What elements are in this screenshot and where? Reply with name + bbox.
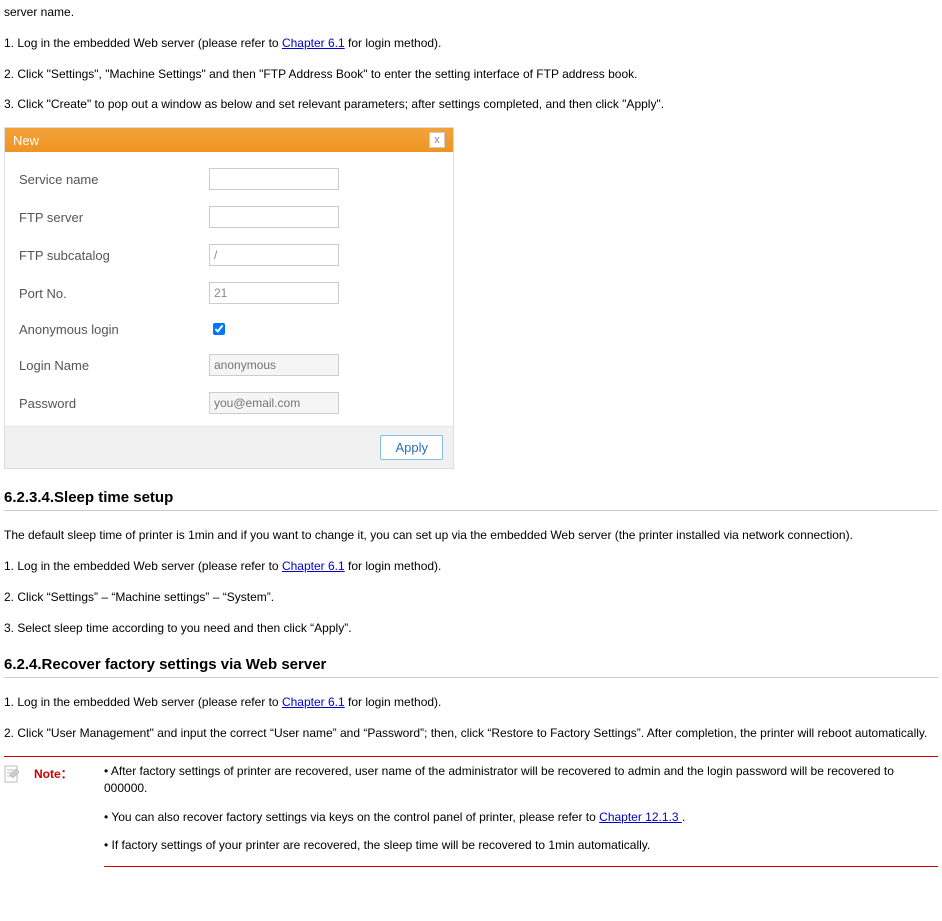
recover-step-1: 1. Log in the embedded Web server (pleas… <box>4 694 938 711</box>
note-label: Note： <box>34 763 104 867</box>
close-icon[interactable]: x <box>429 132 445 148</box>
label-ftp-server: FTP server <box>19 210 209 225</box>
step-2: 2. Click "Settings", "Machine Settings" … <box>4 66 938 83</box>
heading-sleep-time: 6.2.3.4.Sleep time setup <box>4 489 938 506</box>
step1-text-a: 1. Log in the embedded Web server (pleas… <box>4 36 282 50</box>
label-password: Password <box>19 396 209 411</box>
label-anonymous-login: Anonymous login <box>19 322 209 337</box>
chapter-6-1-link-3[interactable]: Chapter 6.1 <box>282 695 345 709</box>
password-input[interactable] <box>209 392 339 414</box>
note-icon <box>4 763 34 867</box>
chapter-6-1-link-2[interactable]: Chapter 6.1 <box>282 559 345 573</box>
section-divider-2 <box>4 677 938 678</box>
ftp-new-dialog: New x Service name FTP server FTP subcat… <box>4 127 454 469</box>
fragment-line: server name. <box>4 4 938 21</box>
port-no-input[interactable] <box>209 282 339 304</box>
dialog-titlebar: New x <box>5 128 453 152</box>
note-bullet-2: • You can also recover factory settings … <box>104 809 938 826</box>
note-body: • After factory settings of printer are … <box>104 763 938 867</box>
chapter-6-1-link[interactable]: Chapter 6.1 <box>282 36 345 50</box>
note-bullet-3: • If factory settings of your printer ar… <box>104 837 938 854</box>
dialog-footer: Apply <box>5 426 453 468</box>
service-name-input[interactable] <box>209 168 339 190</box>
login-name-input[interactable] <box>209 354 339 376</box>
ftp-server-input[interactable] <box>209 206 339 228</box>
label-service-name: Service name <box>19 172 209 187</box>
chapter-12-1-3-link[interactable]: Chapter 12.1.3 <box>599 810 682 824</box>
note-b2b: . <box>682 810 685 824</box>
dialog-title-text: New <box>13 133 39 148</box>
note-b2a: • You can also recover factory settings … <box>104 810 599 824</box>
recover-step-2: 2. Click "User Management" and input the… <box>4 725 938 742</box>
recover-s1a: 1. Log in the embedded Web server (pleas… <box>4 695 282 709</box>
step-3: 3. Click "Create" to pop out a window as… <box>4 96 938 113</box>
label-port-no: Port No. <box>19 286 209 301</box>
label-ftp-subcatalog: FTP subcatalog <box>19 248 209 263</box>
apply-button[interactable]: Apply <box>380 435 443 460</box>
sleep-s1a: 1. Log in the embedded Web server (pleas… <box>4 559 282 573</box>
sleep-step-3: 3. Select sleep time according to you ne… <box>4 620 938 637</box>
sleep-s1b: for login method). <box>345 559 442 573</box>
note-box: Note： • After factory settings of printe… <box>4 756 938 867</box>
note-bullet-1: • After factory settings of printer are … <box>104 763 938 797</box>
sleep-step-2: 2. Click “Settings” – “Machine settings”… <box>4 589 938 606</box>
pencil-note-icon <box>4 765 20 783</box>
sleep-step-1: 1. Log in the embedded Web server (pleas… <box>4 558 938 575</box>
sleep-intro: The default sleep time of printer is 1mi… <box>4 527 938 544</box>
step-1: 1. Log in the embedded Web server (pleas… <box>4 35 938 52</box>
dialog-body: Service name FTP server FTP subcatalog P… <box>5 152 453 426</box>
label-login-name: Login Name <box>19 358 209 373</box>
section-divider <box>4 510 938 511</box>
ftp-subcatalog-input[interactable] <box>209 244 339 266</box>
anonymous-login-checkbox[interactable] <box>213 323 225 335</box>
recover-s1b: for login method). <box>345 695 442 709</box>
heading-recover-factory: 6.2.4.Recover factory settings via Web s… <box>4 656 938 673</box>
note-bottom-rule <box>104 866 938 867</box>
step1-text-b: for login method). <box>345 36 442 50</box>
